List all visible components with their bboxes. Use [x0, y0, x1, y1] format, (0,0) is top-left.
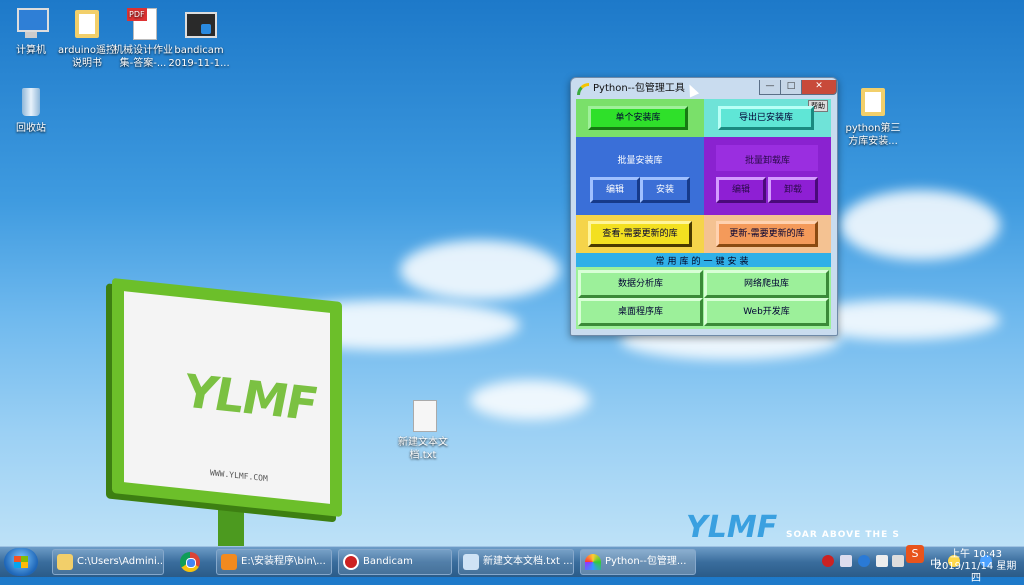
uninstall-edit-button[interactable]: 编辑	[716, 177, 766, 203]
desktop-icon-label: 新建文本文档.txt	[398, 437, 448, 461]
desktop-icon-pdf[interactable]: PDF 机械设计作业集-答案-...	[112, 6, 174, 70]
billboard-face: YLMF WWW.YLMF.COM	[124, 291, 330, 504]
task-label: E:\安装程序\bin\...	[241, 556, 326, 567]
desktop-icon-text-file[interactable]: 新建文本文档.txt	[392, 398, 454, 462]
desktop-icon-arduino-folder[interactable]: arduino遥控说明书	[56, 6, 118, 70]
sogou-ime-icon[interactable]: S	[906, 545, 924, 563]
single-install-button[interactable]: 单个安装库	[588, 106, 688, 130]
desktop-icon-label: 计算机	[16, 45, 46, 56]
panel-batch-uninstall: 批量卸载库 编辑 卸载	[704, 137, 831, 215]
minimize-button[interactable]: —	[759, 80, 781, 95]
clock-time: 上午 10:43	[950, 549, 1002, 560]
taskbar: C:\Users\Admini... E:\安装程序\bin\... Bandi…	[0, 545, 1024, 584]
billboard-logo: YLMF	[184, 363, 316, 432]
desktop-icon-computer[interactable]: 计算机	[0, 6, 62, 57]
desktop-icon-label: 机械设计作业集-答案-...	[113, 45, 173, 69]
maximize-button[interactable]: □	[780, 80, 802, 95]
window-title: Python--包管理工具	[593, 83, 685, 94]
update-libs-button[interactable]: 更新-需要更新的库	[716, 221, 818, 247]
data-analysis-button[interactable]: 数据分析库	[578, 270, 703, 298]
batch-edit-button[interactable]: 编辑	[590, 177, 640, 203]
panel-export: 帮助 导出已安装库	[704, 99, 831, 137]
window-titlebar[interactable]: Python--包管理工具 — □ ✕	[575, 80, 837, 98]
close-button[interactable]: ✕	[801, 80, 837, 95]
task-label: Python--包管理...	[605, 556, 687, 567]
bandicam-icon	[181, 6, 217, 42]
package-manager-window[interactable]: Python--包管理工具 — □ ✕ 单个安装库 帮助 导出已安装库 批量安装…	[570, 77, 838, 336]
notepad-icon	[463, 554, 479, 570]
batch-uninstall-label: 批量卸载库	[744, 156, 790, 166]
task-bandicam[interactable]: Bandicam	[338, 549, 452, 575]
rainbow-icon	[585, 554, 601, 570]
common-install-label: 常用库的一键安装	[655, 257, 752, 267]
clock-date: 2019/11/14 星期四	[935, 561, 1017, 584]
desktop-icon-recycle-bin[interactable]: 回收站	[0, 84, 62, 135]
desktop-icon-python-folder[interactable]: python第三方库安装...	[842, 84, 904, 148]
panel-view-updates: 查看-需要更新的库	[576, 215, 704, 253]
task-sublime[interactable]: E:\安装程序\bin\...	[216, 549, 332, 575]
folder-icon	[57, 554, 73, 570]
desktop-icon-label: bandicam 2019-11-1...	[168, 45, 230, 69]
pdf-icon: PDF	[125, 6, 161, 42]
desktop-icon-bandicam[interactable]: bandicam 2019-11-1...	[168, 6, 230, 70]
sublime-icon	[221, 554, 237, 570]
mail-tray-icon[interactable]	[840, 555, 852, 567]
pdf-badge: PDF	[127, 8, 147, 21]
panel-common-libs: 数据分析库 网络爬虫库 桌面程序库 Web开发库	[576, 267, 831, 329]
task-chrome[interactable]	[172, 549, 208, 575]
task-python-tool[interactable]: Python--包管理...	[580, 549, 696, 575]
billboard-url: WWW.YLMF.COM	[210, 468, 268, 484]
record-icon	[343, 554, 359, 570]
computer-icon	[13, 6, 49, 42]
windows-logo-icon	[14, 556, 28, 568]
volume-tray-icon[interactable]	[892, 555, 904, 567]
web-dev-button[interactable]: Web开发库	[704, 298, 829, 326]
task-label: C:\Users\Admini...	[77, 556, 164, 567]
batch-install-button[interactable]: 安装	[640, 177, 690, 203]
app-logo-icon	[577, 83, 589, 95]
folder-icon	[69, 6, 105, 42]
desktop-icon-label: 回收站	[16, 123, 46, 134]
task-label: Bandicam	[363, 556, 413, 567]
task-label: 新建文本文档.txt ...	[483, 556, 573, 567]
brand-slogan: SOAR ABOVE THE S	[786, 530, 900, 540]
start-button[interactable]	[4, 548, 38, 576]
system-clock[interactable]: 上午 10:43 2019/11/14 星期四	[934, 549, 1018, 585]
task-notepad[interactable]: 新建文本文档.txt ...	[458, 549, 574, 575]
billboard: YLMF WWW.YLMF.COM	[112, 277, 342, 518]
panel-single-install: 单个安装库	[576, 99, 704, 137]
desktop-icon-label: python第三方库安装...	[845, 123, 901, 147]
view-updates-button[interactable]: 查看-需要更新的库	[588, 221, 692, 247]
web-crawler-button[interactable]: 网络爬虫库	[704, 270, 829, 298]
brand-logo: YLMF	[686, 510, 778, 545]
panel-common-header: 常用库的一键安装	[576, 253, 831, 267]
text-file-icon	[405, 398, 441, 434]
record-tray-icon[interactable]	[822, 555, 834, 567]
recycle-bin-icon	[13, 84, 49, 120]
task-explorer[interactable]: C:\Users\Admini...	[52, 549, 164, 575]
export-installed-button[interactable]: 导出已安装库	[718, 106, 814, 130]
network-tray-icon[interactable]	[876, 555, 888, 567]
uninstall-do-button[interactable]: 卸载	[768, 177, 818, 203]
window-client-area: 单个安装库 帮助 导出已安装库 批量安装库 编辑 安装 批量卸载库 编辑 卸载 …	[576, 99, 831, 329]
brand-watermark: YLMF SOAR ABOVE THE S	[686, 510, 899, 545]
folder-icon	[855, 84, 891, 120]
k-tray-icon[interactable]	[858, 555, 870, 567]
desktop-icon-label: arduino遥控说明书	[58, 45, 116, 69]
panel-batch-install: 批量安装库 编辑 安装	[576, 137, 704, 215]
panel-update-libs: 更新-需要更新的库	[704, 215, 831, 253]
desktop-app-button[interactable]: 桌面程序库	[578, 298, 703, 326]
batch-install-label: 批量安装库	[617, 156, 663, 166]
